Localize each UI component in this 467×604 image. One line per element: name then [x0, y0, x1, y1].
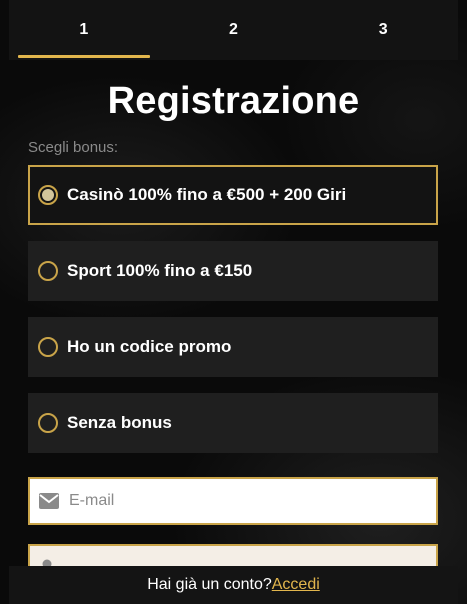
bonus-option-label: Sport 100% fino a €150	[67, 261, 253, 280]
email-input[interactable]	[69, 492, 389, 510]
radio-button[interactable]	[38, 261, 58, 281]
page-title: Registrazione	[107, 80, 360, 122]
bonus-option-label: Senza bonus	[67, 413, 172, 432]
step-tabs: 1 2 3	[9, 0, 458, 60]
step-label: 3	[378, 21, 388, 38]
email-field-container	[28, 477, 438, 525]
bonus-option-label: Ho un codice promo	[67, 337, 232, 356]
step-tab-2[interactable]: 2	[159, 0, 309, 60]
step-tab-3[interactable]: 3	[308, 0, 458, 60]
step-label: 1	[79, 21, 89, 38]
step-tab-1[interactable]: 1	[9, 0, 159, 60]
bonus-option-none[interactable]: Senza bonus	[28, 393, 438, 453]
radio-button[interactable]	[38, 413, 58, 433]
radio-button[interactable]	[38, 337, 58, 357]
bonus-option-sport[interactable]: Sport 100% fino a €150	[28, 241, 438, 301]
bonus-option-label: Casinò 100% fino a €500 + 200 Giri	[67, 185, 347, 204]
radio-button-selected[interactable]	[38, 185, 58, 205]
login-footer: Hai già un conto? Accedi	[9, 566, 458, 604]
login-link[interactable]: Accedi	[272, 576, 320, 594]
bonus-option-promo-code[interactable]: Ho un codice promo	[28, 317, 438, 377]
bonus-prompt: Scegli bonus:	[28, 139, 119, 156]
bonus-option-casino[interactable]: Casinò 100% fino a €500 + 200 Giri	[28, 165, 438, 225]
envelope-icon	[39, 493, 59, 509]
footer-text: Hai già un conto?	[147, 576, 272, 593]
step-label: 2	[229, 21, 238, 38]
